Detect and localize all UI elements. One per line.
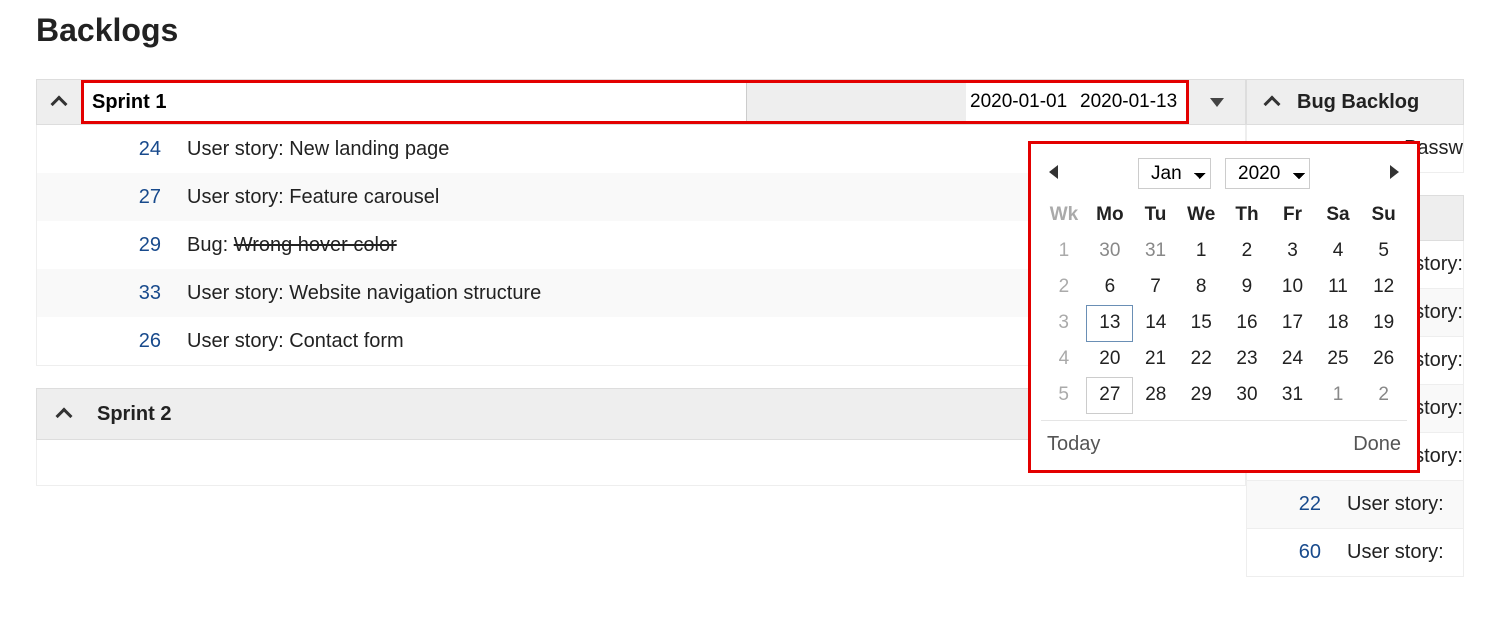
item-label: Bug: Wrong hover color	[187, 234, 397, 257]
datepicker-today-button[interactable]: Today	[1047, 433, 1100, 456]
sprint2-name: Sprint 2	[91, 403, 171, 426]
item-label: User story: New landing page	[187, 138, 449, 161]
sprint1-edit-frame	[81, 80, 1189, 124]
calendar-day[interactable]: 28	[1133, 377, 1178, 413]
calendar-day[interactable]: 12	[1361, 269, 1407, 305]
chevron-up-icon	[1264, 96, 1281, 113]
calendar-day[interactable]: 20	[1087, 341, 1133, 377]
calendar-day[interactable]: 31	[1133, 233, 1178, 269]
list-item[interactable]: 60 User story:	[1246, 529, 1464, 577]
calendar-day[interactable]: 10	[1270, 269, 1315, 305]
calendar-grid: WkMoTuWeThFrSaSu 13031123452678910111231…	[1041, 197, 1407, 414]
sprint1-header	[36, 79, 1246, 125]
calendar-day[interactable]: 17	[1270, 305, 1315, 341]
item-id[interactable]: 27	[97, 186, 187, 209]
sprint-name-input[interactable]	[84, 83, 746, 121]
item-label: User story:	[1347, 493, 1444, 516]
page-title: Backlogs	[36, 12, 1464, 49]
item-id[interactable]: 22	[1247, 493, 1347, 516]
sprint2-expand[interactable]	[37, 406, 91, 422]
calendar-day[interactable]: 7	[1133, 269, 1178, 305]
calendar-header-day: Su	[1361, 197, 1407, 233]
calendar-day[interactable]: 22	[1178, 341, 1224, 377]
calendar-day[interactable]: 3	[1270, 233, 1315, 269]
triangle-left-icon	[1049, 165, 1058, 179]
list-item[interactable]: 22 User story:	[1246, 481, 1464, 529]
item-id[interactable]: 60	[1247, 541, 1347, 564]
calendar-day[interactable]: 11	[1315, 269, 1361, 305]
calendar-day[interactable]: 13	[1087, 305, 1133, 341]
item-label: User story: Website navigation structure	[187, 282, 541, 305]
calendar-header-day: Fr	[1270, 197, 1315, 233]
calendar-day[interactable]: 14	[1133, 305, 1178, 341]
calendar-day[interactable]: 27	[1087, 377, 1133, 413]
calendar-day[interactable]: 2	[1224, 233, 1270, 269]
calendar-day[interactable]: 1	[1315, 377, 1361, 413]
calendar-day[interactable]: 15	[1178, 305, 1224, 341]
item-id[interactable]: 33	[97, 282, 187, 305]
calendar-day[interactable]: 29	[1178, 377, 1224, 413]
calendar-week-number: 4	[1041, 341, 1087, 377]
calendar-day[interactable]: 8	[1178, 269, 1224, 305]
calendar-day[interactable]: 9	[1224, 269, 1270, 305]
sprint-start-date-input[interactable]	[966, 83, 1076, 121]
calendar-day[interactable]: 16	[1224, 305, 1270, 341]
datepicker-done-button[interactable]: Done	[1353, 433, 1401, 456]
calendar-week-number: 3	[1041, 305, 1087, 341]
calendar-header-day: Th	[1224, 197, 1270, 233]
bug-backlog-header[interactable]: Bug Backlog	[1246, 79, 1464, 125]
calendar-day[interactable]: 31	[1270, 377, 1315, 413]
calendar-day[interactable]: 4	[1315, 233, 1361, 269]
calendar-day[interactable]: 1	[1178, 233, 1224, 269]
calendar-day[interactable]: 19	[1361, 305, 1407, 341]
caret-down-icon	[1210, 98, 1224, 107]
calendar-day[interactable]: 26	[1361, 341, 1407, 377]
sprint-end-date-input[interactable]	[1076, 83, 1186, 121]
item-label: User story:	[1347, 541, 1444, 564]
calendar-header-day: We	[1178, 197, 1224, 233]
datepicker-prev[interactable]	[1043, 161, 1064, 186]
calendar-day[interactable]: 2	[1361, 377, 1407, 413]
calendar-day[interactable]: 24	[1270, 341, 1315, 377]
calendar-header-wk: Wk	[1041, 197, 1087, 233]
datepicker-next[interactable]	[1384, 161, 1405, 186]
chevron-up-icon	[56, 408, 73, 425]
item-id[interactable]: 26	[97, 330, 187, 353]
calendar-week-number: 1	[1041, 233, 1087, 269]
calendar-header-day: Sa	[1315, 197, 1361, 233]
calendar-day[interactable]: 30	[1224, 377, 1270, 413]
calendar-day[interactable]: 30	[1087, 233, 1133, 269]
calendar-week-number: 5	[1041, 377, 1087, 413]
datepicker-month-select[interactable]: Jan	[1138, 158, 1211, 189]
sprint1-menu[interactable]	[1189, 80, 1245, 124]
item-id[interactable]: 29	[97, 234, 187, 257]
datepicker: Jan 2020 WkMoTuWeThFrSaSu 13031123452678…	[1028, 141, 1420, 473]
calendar-day[interactable]: 23	[1224, 341, 1270, 377]
calendar-week-number: 2	[1041, 269, 1087, 305]
sprint1-expand[interactable]	[37, 80, 81, 124]
item-id[interactable]: 24	[97, 138, 187, 161]
datepicker-year-select[interactable]: 2020	[1225, 158, 1310, 189]
calendar-day[interactable]: 25	[1315, 341, 1361, 377]
calendar-day[interactable]: 6	[1087, 269, 1133, 305]
calendar-header-day: Tu	[1133, 197, 1178, 233]
calendar-header-day: Mo	[1087, 197, 1133, 233]
chevron-up-icon	[51, 96, 68, 113]
calendar-day[interactable]: 21	[1133, 341, 1178, 377]
item-label: User story: Feature carousel	[187, 186, 439, 209]
triangle-right-icon	[1390, 165, 1399, 179]
bug-backlog-title: Bug Backlog	[1297, 91, 1419, 114]
item-label: User story: Contact form	[187, 330, 404, 353]
calendar-day[interactable]: 5	[1361, 233, 1407, 269]
calendar-day[interactable]: 18	[1315, 305, 1361, 341]
